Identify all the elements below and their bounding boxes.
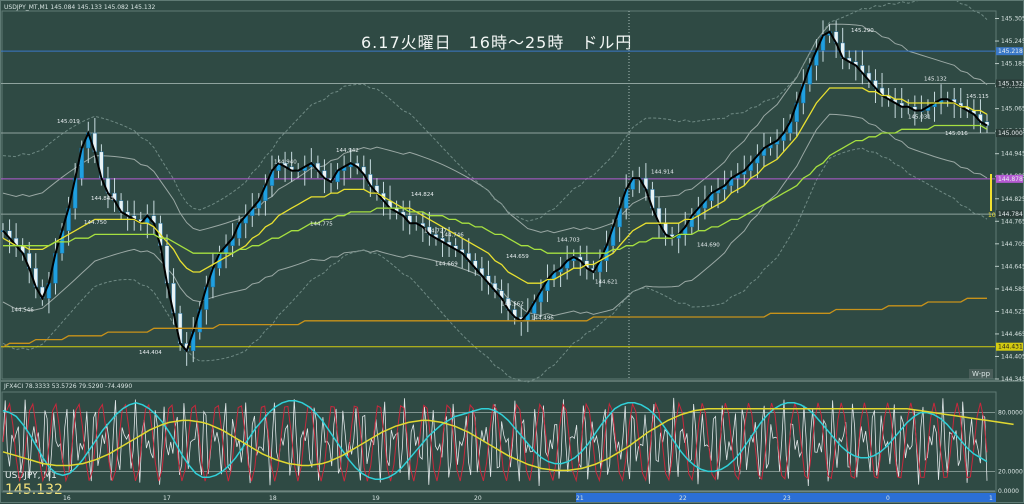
x-tick-label: 20 [474, 495, 482, 502]
price-annotation: 144.843 [91, 196, 114, 202]
candlesticks [1, 20, 990, 366]
marker-label: 145.132 [998, 80, 1023, 87]
y-axis: 145.305145.245145.185145.125145.065145.0… [995, 16, 1024, 383]
price-chart: 145.305145.245145.185145.125145.065145.0… [1, 1, 1024, 502]
price-annotation: 144.562 [501, 302, 524, 308]
price-annotation: 144.914 [651, 169, 674, 175]
price-annotation: 144.824 [411, 192, 434, 198]
y-tick-label: 144.345 [1001, 376, 1024, 383]
price-annotation: 144.940 [274, 160, 297, 166]
y-tick-label: 144.525 [1001, 308, 1024, 315]
price-annotation: 144.404 [139, 350, 162, 356]
main-plot-frame [1, 10, 997, 380]
x-tick-label: 0 [886, 495, 890, 502]
marker-label: 144.784 [998, 211, 1023, 218]
x-tick-label: 17 [163, 495, 171, 502]
y-tick-label: 144.645 [1001, 263, 1024, 270]
x-tick-label: 1 [989, 495, 993, 502]
y-tick-label: 145.305 [1001, 16, 1024, 23]
x-tick-label: 23 [783, 495, 791, 502]
price-annotation: 145.290 [851, 28, 874, 34]
y-tick-label: 144.465 [1001, 331, 1024, 338]
y-tick-label: 144.945 [1001, 151, 1024, 158]
price-annotation: 144.775 [310, 222, 333, 228]
marker-label: 145.218 [998, 48, 1023, 55]
x-tick-label: 19 [372, 495, 380, 502]
price-annotation: 144.703 [557, 238, 580, 244]
price-annotation: 144.496 [531, 315, 554, 321]
series-line-0 [2, 30, 988, 353]
bollinger-bands [2, 1, 988, 383]
x-tick-label: 18 [269, 495, 277, 502]
x-tick-label: 21 [576, 495, 584, 502]
moving-averages [2, 30, 988, 353]
y-tick-label: 144.765 [1001, 218, 1024, 225]
oscillator: 80.0000 20.0000 0.0000 [2, 397, 1023, 495]
price-annotation: 144.690 [697, 242, 720, 248]
osc-tick-label: 0.0000 [998, 488, 1019, 495]
price-annotation: 144.669 [435, 261, 458, 267]
x-tick-label: 16 [63, 495, 71, 502]
price-annotations: 145.019 144.843 144.750 144.546 144.404 144.9… [11, 28, 989, 356]
price-annotation: 144.546 [11, 308, 34, 314]
y-tick-label: 144.705 [1001, 241, 1024, 248]
price-annotation: 144.621 [595, 279, 618, 285]
price-annotation: 145.019 [57, 119, 80, 125]
price-annotation: 144.659 [506, 254, 529, 260]
price-annotation: 145.031 [908, 114, 931, 120]
price-annotation: 144.750 [84, 220, 107, 226]
y-tick-label: 145.185 [1001, 61, 1024, 68]
series-line-1 [2, 87, 988, 284]
osc-tick-label: 20.0000 [998, 468, 1023, 475]
price-annotation: 145.115 [966, 94, 989, 100]
price-annotation: 144.942 [336, 148, 359, 154]
price-annotation: 144.727 [424, 229, 447, 235]
side-marker-label: 10 [988, 212, 996, 219]
price-annotation: 145.132 [924, 76, 947, 82]
marker-label: 144.431 [998, 344, 1023, 351]
y-tick-label: 145.065 [1001, 106, 1024, 113]
marker-label: 145.000 [998, 130, 1023, 137]
pivot-lines [1, 50, 995, 348]
y-tick-label: 144.405 [1001, 353, 1024, 360]
y-tick-label: 144.585 [1001, 286, 1024, 293]
y-tick-label: 144.825 [1001, 196, 1024, 203]
bb-upper [2, 23, 988, 234]
price-annotation: 145.016 [945, 131, 968, 137]
chart-window: USDJPY_MT,M1 145.084 145.133 145.082 145… [0, 0, 1024, 503]
x-tick-label: 22 [679, 495, 687, 502]
series-line-3 [2, 297, 987, 348]
y-tick-label: 145.245 [1001, 38, 1024, 45]
bb-upper2 [2, 1, 988, 222]
osc-tick-label: 80.0000 [998, 410, 1023, 417]
marker-label: 144.878 [998, 176, 1023, 183]
